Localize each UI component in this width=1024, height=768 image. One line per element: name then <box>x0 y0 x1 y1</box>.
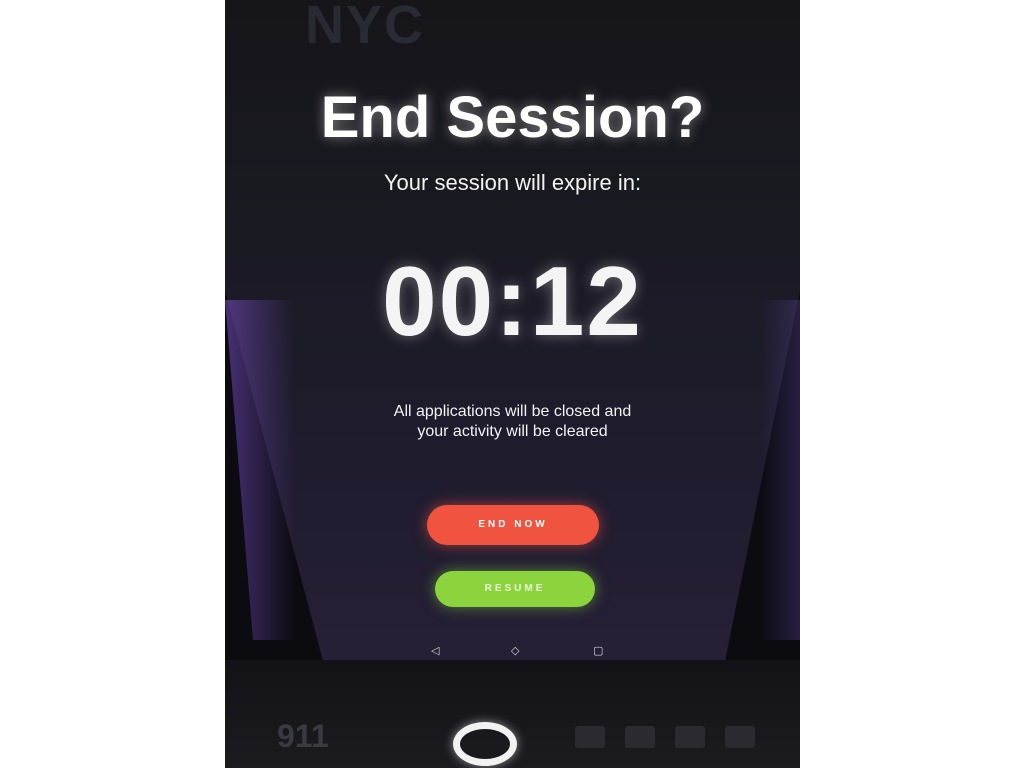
hardware-ring-button[interactable] <box>453 722 517 766</box>
home-icon[interactable]: ◇ <box>511 644 519 657</box>
recent-apps-icon[interactable]: ▢ <box>593 644 603 657</box>
warning-note-line2: your activity will be cleared <box>417 423 608 440</box>
device-photo: NYC End Session? Your session will expir… <box>225 0 800 768</box>
keypad-key[interactable] <box>675 726 705 748</box>
expire-subtitle: Your session will expire in: <box>383 170 642 195</box>
warning-note: All applications will be closed and your… <box>225 402 800 442</box>
keypad-key[interactable] <box>625 726 655 748</box>
resume-button[interactable]: RESUME <box>435 571 595 607</box>
bezel-bottom-text: 911 <box>277 718 329 754</box>
countdown-timer: 00:12 <box>382 246 643 356</box>
bezel-top-text: NYC <box>305 0 426 55</box>
keypad-key[interactable] <box>725 726 755 748</box>
page-title: End Session? <box>320 85 705 150</box>
hardware-keypad <box>575 726 775 766</box>
back-icon[interactable]: ◁ <box>431 644 439 657</box>
keypad-key[interactable] <box>575 726 605 748</box>
end-now-button[interactable]: END NOW <box>427 505 599 545</box>
warning-note-line1: All applications will be closed and <box>393 403 632 420</box>
android-nav-bar: ◁ ◇ ▢ <box>225 640 800 660</box>
